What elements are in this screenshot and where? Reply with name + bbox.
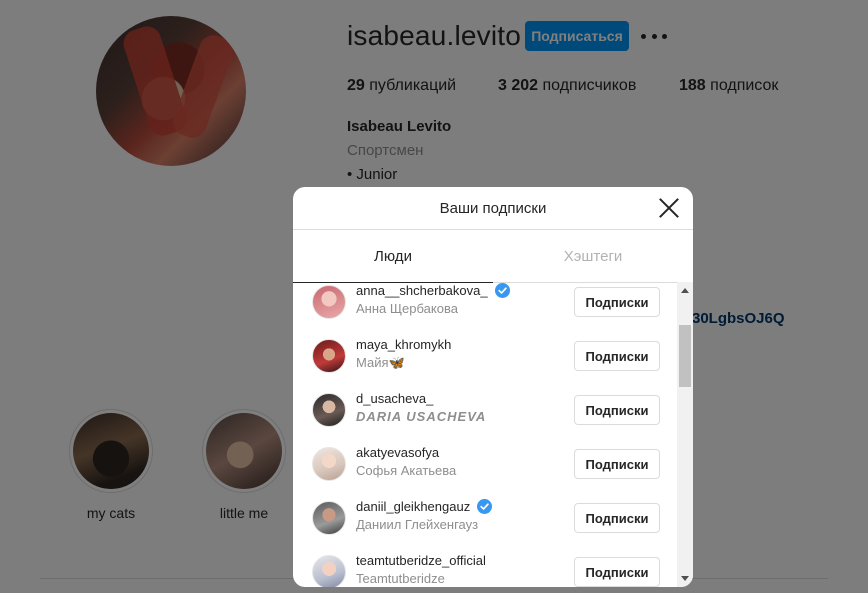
avatar[interactable] [312,447,346,481]
following-button[interactable]: Подписки [574,449,660,479]
following-button[interactable]: Подписки [574,557,660,587]
username-text: d_usacheva_ [356,391,434,406]
close-icon[interactable] [658,197,680,219]
following-button[interactable]: Подписки [574,503,660,533]
list-item-username[interactable]: anna__shcherbakova_ [356,283,510,298]
avatar[interactable] [312,501,346,535]
list-item: anna__shcherbakova_ Анна Щербакова Подпи… [293,282,677,328]
tab-people[interactable]: Люди [293,230,493,283]
username-text: daniil_gleikhengauz [356,499,471,514]
verified-badge-icon [494,283,510,298]
list-item-fullname: Даниил Глейхенгауз [356,517,479,532]
list-item-username[interactable]: teamtutberidze_official [356,553,486,568]
list-item: daniil_gleikhengauz Даниил Глейхенгауз П… [293,490,677,544]
verified-badge-icon [477,499,493,514]
following-button[interactable]: Подписки [574,287,660,317]
tab-hashtags[interactable]: Хэштеги [493,230,693,282]
list-item: teamtutberidze_official Teamtutberidze П… [293,544,677,587]
scrollbar-thumb[interactable] [679,325,691,387]
list-item: d_usacheva_ DARIA USACHEVA Подписки [293,382,677,436]
modal-title: Ваши подписки [439,199,547,217]
list-item-fullname: Teamtutberidze [356,571,445,586]
following-button[interactable]: Подписки [574,395,660,425]
following-button[interactable]: Подписки [574,341,660,371]
scroll-down-arrow-icon[interactable] [681,576,689,581]
modal-header: Ваши подписки [293,187,693,230]
modal-tabs: Люди Хэштеги [293,230,693,283]
avatar[interactable] [312,393,346,427]
list-item-fullname: Анна Щербакова [356,301,458,316]
list-item: akatyevasofya Софья Акатьева Подписки [293,436,677,490]
list-item-username[interactable]: akatyevasofya [356,445,439,460]
list-item: maya_khromykh Майя🦋 Подписки [293,328,677,382]
list-item-username[interactable]: daniil_gleikhengauz [356,499,493,514]
list-item-fullname: Майя🦋 [356,355,405,370]
scroll-up-arrow-icon[interactable] [681,288,689,293]
avatar[interactable] [312,285,346,319]
list-item-username[interactable]: d_usacheva_ [356,391,433,406]
following-modal: Ваши подписки Люди Хэштеги anna__shcherb… [293,187,693,587]
username-text: akatyevasofya [356,445,440,460]
avatar[interactable] [312,555,346,587]
list-item-username[interactable]: maya_khromykh [356,337,451,352]
username-text: anna__shcherbakova_ [356,283,488,298]
list-item-fullname: Софья Акатьева [356,463,457,478]
following-list: anna__shcherbakova_ Анна Щербакова Подпи… [293,282,677,587]
username-text: maya_khromykh [356,337,452,352]
username-text: teamtutberidze_official [356,553,486,568]
list-scrollbar[interactable] [677,282,693,587]
avatar[interactable] [312,339,346,373]
list-item-fullname: DARIA USACHEVA [356,409,487,424]
following-list-viewport[interactable]: anna__shcherbakova_ Анна Щербакова Подпи… [293,282,693,587]
